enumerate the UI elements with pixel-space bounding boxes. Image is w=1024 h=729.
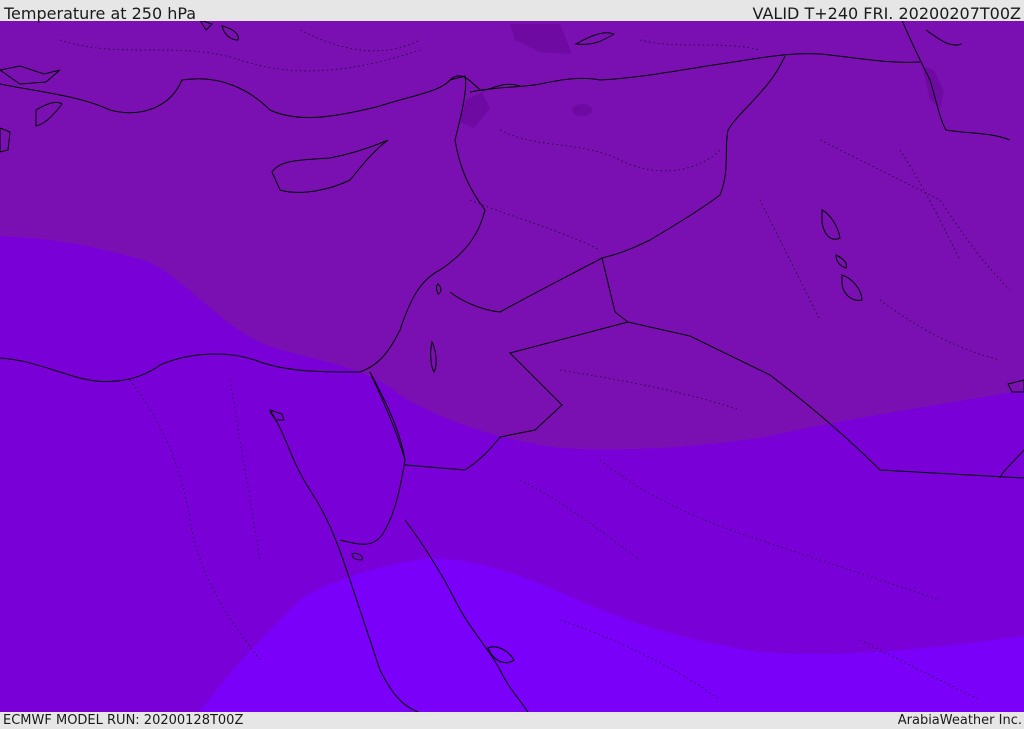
valid-time: VALID T+240 FRI. 20200207T00Z: [752, 4, 1021, 23]
header-bar: Temperature at 250 hPa VALID T+240 FRI. …: [0, 0, 1024, 23]
weather-map: [0, 21, 1024, 712]
credit: ArabiaWeather Inc.: [897, 713, 1022, 728]
model-run: ECMWF MODEL RUN: 20200128T00Z: [3, 713, 244, 728]
cold-pocket-lake: [572, 104, 592, 116]
footer-bar: ECMWF MODEL RUN: 20200128T00Z ArabiaWeat…: [0, 712, 1024, 729]
map-title: Temperature at 250 hPa: [4, 4, 197, 23]
